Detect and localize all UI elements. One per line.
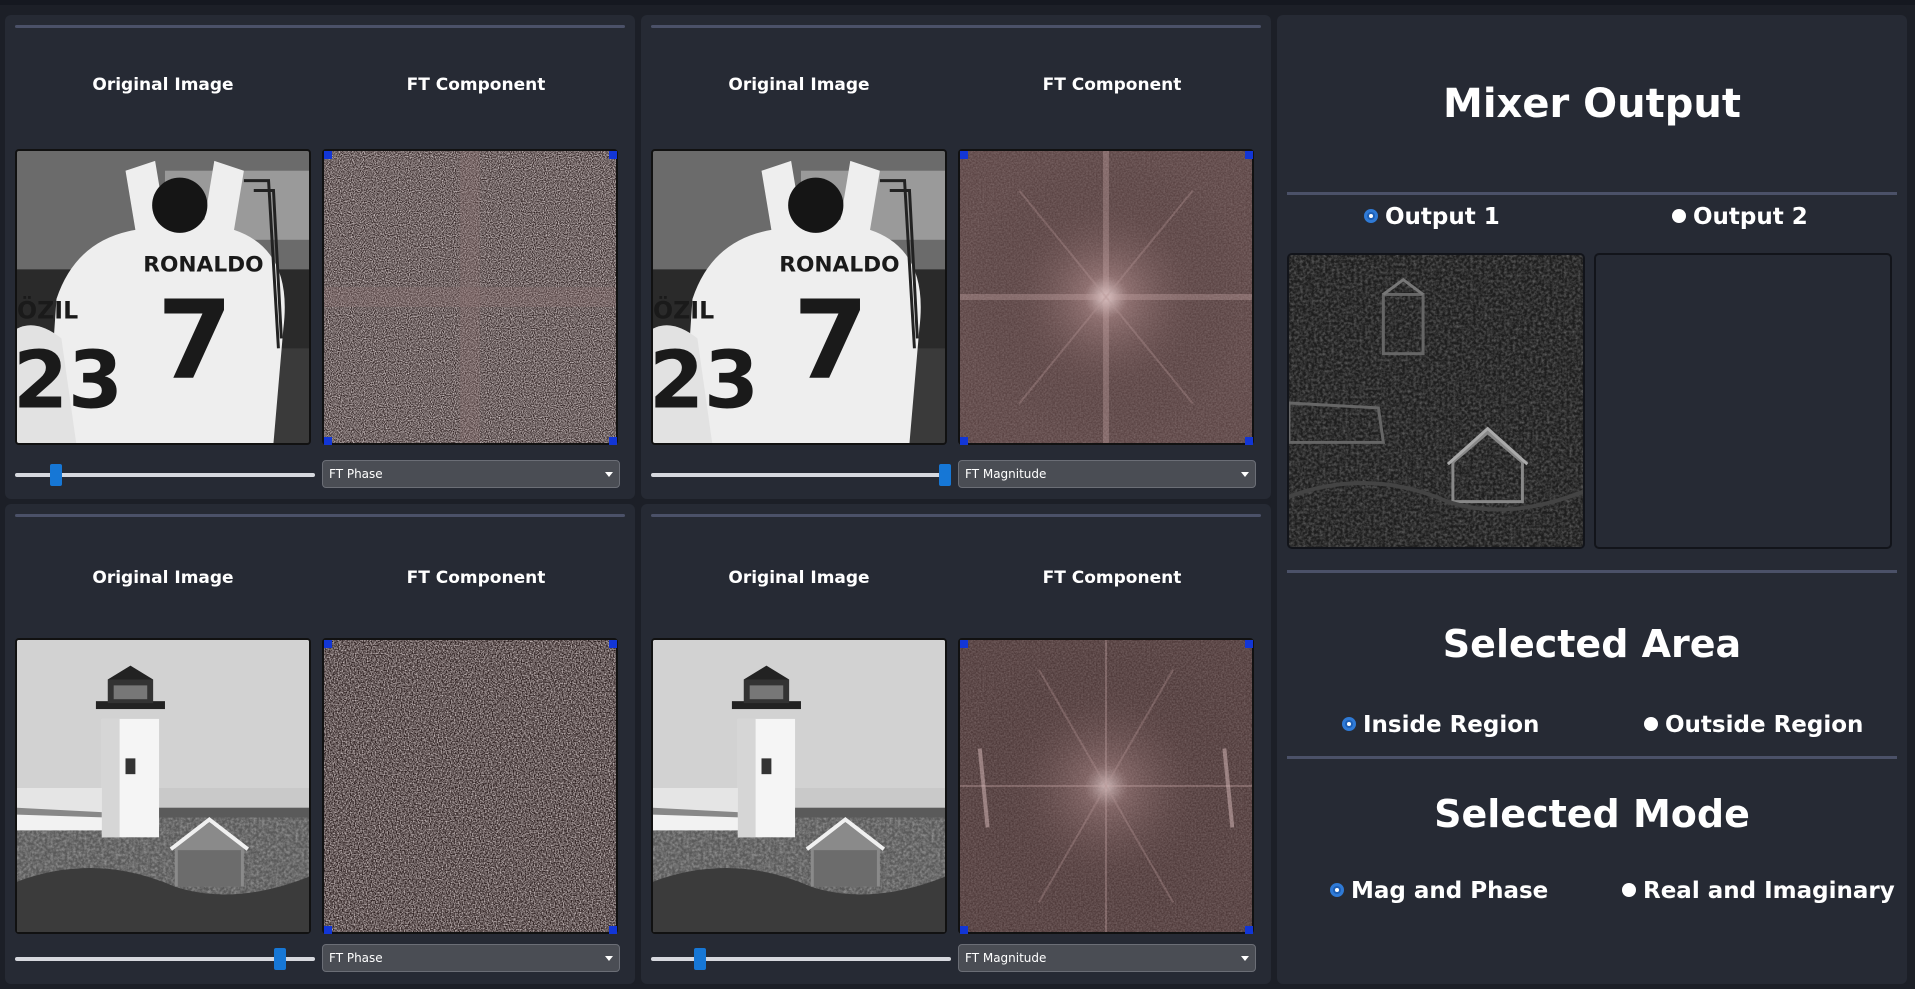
component-select-value: FT Phase	[329, 951, 383, 965]
ft-component-label: FT Component	[406, 75, 546, 95]
real-imaginary-radio[interactable]: Real and Imaginary	[1622, 876, 1895, 906]
ft-component-image-1[interactable]	[322, 149, 618, 445]
original-image-4[interactable]	[651, 638, 947, 934]
region-handle-top-right[interactable]	[609, 151, 617, 159]
region-handle-bottom-left[interactable]	[324, 926, 332, 934]
viewer-separator	[651, 25, 1261, 28]
mag-phase-label: Mag and Phase	[1351, 878, 1549, 904]
image-mixer-window: Original Image FT Component FT Phase Ori…	[0, 0, 1915, 989]
output-1-viewer[interactable]	[1287, 253, 1585, 549]
image-viewer-1: Original Image FT Component FT Phase	[5, 15, 635, 499]
ft-component-label: FT Component	[406, 568, 546, 588]
region-handle-top-left[interactable]	[960, 640, 968, 648]
component-select-4[interactable]: FT Magnitude	[958, 944, 1256, 972]
output-2-radio[interactable]: Output 2	[1672, 202, 1808, 232]
component-select-3[interactable]: FT Phase	[322, 944, 620, 972]
original-image-1[interactable]	[15, 149, 311, 445]
original-image-label: Original Image	[92, 75, 234, 95]
mag-phase-radio[interactable]: Mag and Phase	[1330, 876, 1548, 906]
component-select-1[interactable]: FT Phase	[322, 460, 620, 488]
selected-mode-title: Selected Mode	[1434, 792, 1750, 836]
viewer-separator	[651, 514, 1261, 517]
slider-thumb[interactable]	[939, 464, 951, 486]
radio-dot-icon	[1622, 882, 1636, 897]
weight-slider-2[interactable]	[651, 464, 951, 486]
chevron-down-icon	[605, 472, 613, 477]
component-select-value: FT Phase	[329, 467, 383, 481]
slider-track	[15, 957, 315, 961]
real-imaginary-label: Real and Imaginary	[1643, 878, 1895, 904]
slider-thumb[interactable]	[49, 464, 62, 486]
component-select-value: FT Magnitude	[965, 467, 1047, 481]
image-viewer-2: Original Image FT Component FT Magnitude	[641, 15, 1271, 499]
image-viewer-4: Original Image FT Component FT Magnitude	[641, 504, 1271, 984]
region-handle-top-left[interactable]	[960, 151, 968, 159]
mixer-output-title: Mixer Output	[1443, 81, 1741, 127]
region-handle-top-left[interactable]	[324, 640, 332, 648]
output-2-viewer[interactable]	[1594, 253, 1892, 549]
region-handle-bottom-left[interactable]	[960, 926, 968, 934]
region-handle-top-right[interactable]	[1245, 640, 1253, 648]
mixer-separator	[1287, 756, 1897, 759]
mixer-panel: Mixer Output Output 1 Output 2 Selected …	[1277, 15, 1907, 984]
slider-thumb[interactable]	[694, 948, 707, 970]
radio-dot-icon	[1330, 882, 1344, 897]
viewer-separator	[15, 514, 625, 517]
original-image-label: Original Image	[728, 568, 870, 588]
ft-component-label: FT Component	[1042, 75, 1182, 95]
viewer-separator	[15, 25, 625, 28]
image-viewer-3: Original Image FT Component FT Phase	[5, 504, 635, 984]
region-handle-bottom-left[interactable]	[960, 437, 968, 445]
region-handle-bottom-left[interactable]	[324, 437, 332, 445]
slider-thumb[interactable]	[274, 948, 287, 970]
radio-dot-icon	[1672, 208, 1686, 223]
original-image-label: Original Image	[92, 568, 234, 588]
mixer-separator	[1287, 570, 1897, 573]
outside-region-label: Outside Region	[1665, 712, 1864, 738]
output-1-radio[interactable]: Output 1	[1364, 202, 1500, 232]
ft-component-image-2[interactable]	[958, 149, 1254, 445]
ft-component-image-3[interactable]	[322, 638, 618, 934]
chevron-down-icon	[1241, 472, 1249, 477]
region-handle-bottom-right[interactable]	[609, 437, 617, 445]
weight-slider-4[interactable]	[651, 948, 951, 970]
chevron-down-icon	[1241, 956, 1249, 961]
component-select-2[interactable]: FT Magnitude	[958, 460, 1256, 488]
ft-component-image-4[interactable]	[958, 638, 1254, 934]
chevron-down-icon	[605, 956, 613, 961]
original-image-3[interactable]	[15, 638, 311, 934]
radio-dot-icon	[1342, 716, 1356, 731]
selected-area-title: Selected Area	[1442, 622, 1742, 666]
output-1-label: Output 1	[1385, 204, 1500, 230]
inside-region-label: Inside Region	[1363, 712, 1540, 738]
region-handle-top-right[interactable]	[609, 640, 617, 648]
region-handle-bottom-right[interactable]	[1245, 926, 1253, 934]
radio-dot-icon	[1644, 716, 1658, 731]
radio-dot-icon	[1364, 208, 1378, 223]
inside-region-radio[interactable]: Inside Region	[1342, 710, 1539, 740]
mixer-separator	[1287, 192, 1897, 195]
region-handle-bottom-right[interactable]	[1245, 437, 1253, 445]
component-select-value: FT Magnitude	[965, 951, 1047, 965]
region-handle-bottom-right[interactable]	[609, 926, 617, 934]
output-2-label: Output 2	[1693, 204, 1808, 230]
weight-slider-1[interactable]	[15, 464, 315, 486]
original-image-2[interactable]	[651, 149, 947, 445]
original-image-label: Original Image	[728, 75, 870, 95]
slider-track	[651, 473, 951, 477]
ft-component-label: FT Component	[1042, 568, 1182, 588]
outside-region-radio[interactable]: Outside Region	[1644, 710, 1863, 740]
region-handle-top-left[interactable]	[324, 151, 332, 159]
weight-slider-3[interactable]	[15, 948, 315, 970]
region-handle-top-right[interactable]	[1245, 151, 1253, 159]
